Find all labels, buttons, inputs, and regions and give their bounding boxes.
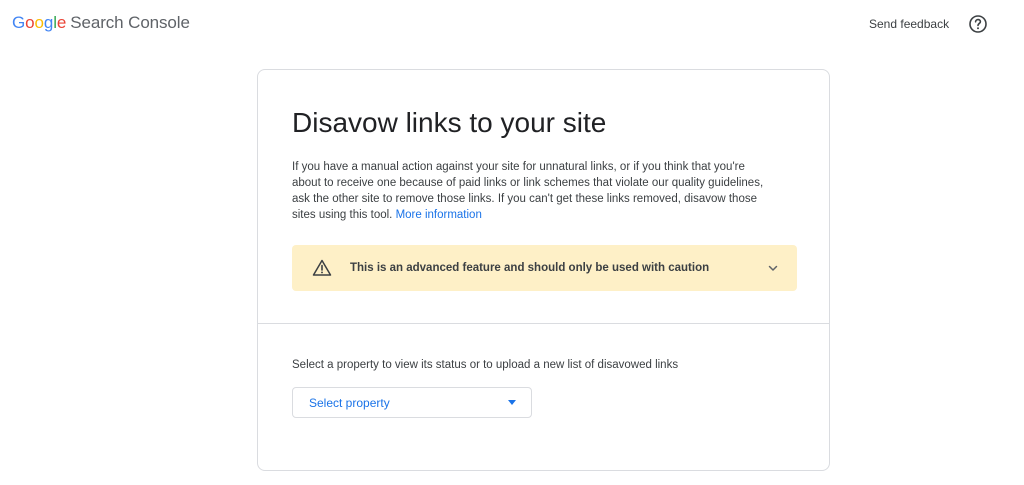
logo-letter: o	[34, 13, 44, 32]
product-name: Search Console	[70, 13, 190, 32]
select-property-value: Select property	[309, 396, 390, 410]
select-property-label: Select a property to view its status or …	[292, 359, 679, 371]
disavow-card: Disavow links to your site If you have a…	[257, 69, 830, 471]
warning-text: This is an advanced feature and should o…	[350, 262, 710, 274]
description-body: If you have a manual action against your…	[292, 161, 764, 221]
more-information-link[interactable]: More information	[396, 209, 482, 221]
warning-triangle-icon	[312, 258, 332, 278]
page-title: Disavow links to your site	[292, 107, 607, 138]
help-circle-icon[interactable]	[968, 14, 988, 34]
caution-warning-banner[interactable]: This is an advanced feature and should o…	[292, 245, 797, 291]
chevron-down-icon[interactable]	[766, 261, 780, 275]
section-divider	[258, 323, 829, 324]
dropdown-caret-icon	[508, 400, 516, 405]
select-property-dropdown[interactable]: Select property	[292, 387, 532, 418]
google-search-console-logo[interactable]: Google Search Console	[12, 12, 190, 34]
logo-letter: e	[56, 13, 67, 32]
logo-letter: G	[12, 13, 26, 32]
description-text: If you have a manual action against your…	[292, 159, 772, 223]
send-feedback-link[interactable]: Send feedback	[869, 16, 949, 32]
top-bar: Google Search Console Send feedback	[0, 0, 1024, 48]
logo-letter: g	[43, 13, 54, 32]
